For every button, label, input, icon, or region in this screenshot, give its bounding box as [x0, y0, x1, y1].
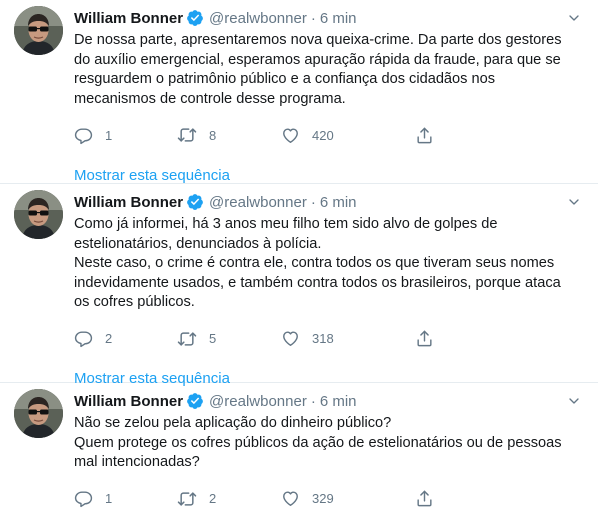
- like-count: 329: [312, 491, 334, 507]
- reply-icon: [74, 329, 93, 348]
- like-button[interactable]: 329: [281, 489, 415, 508]
- timestamp[interactable]: 6 min: [320, 393, 357, 410]
- reply-button[interactable]: 1: [74, 126, 177, 145]
- tweet-text: Não se zelou pela aplicação do dinheiro …: [74, 415, 562, 471]
- retweet-icon: [177, 329, 197, 349]
- like-button[interactable]: 318: [281, 329, 415, 348]
- avatar[interactable]: [14, 6, 63, 55]
- share-icon: [415, 329, 434, 348]
- separator: ·: [310, 9, 316, 27]
- reply-icon: [74, 126, 93, 145]
- share-button[interactable]: [415, 489, 434, 508]
- verified-badge-icon: [186, 193, 204, 211]
- avatar[interactable]: [14, 389, 63, 438]
- reply-count: 1: [105, 127, 113, 143]
- tweet[interactable]: William Bonner @realwbonner · 6 min Não …: [0, 383, 598, 532]
- author-name[interactable]: William Bonner: [74, 393, 183, 410]
- tweet[interactable]: William Bonner @realwbonner · 6 min Como…: [0, 184, 598, 387]
- reply-count: 1: [105, 491, 113, 507]
- author-name[interactable]: William Bonner: [74, 194, 183, 211]
- share-icon: [415, 126, 434, 145]
- retweet-button[interactable]: 5: [177, 329, 281, 349]
- author-handle[interactable]: @realwbonner: [209, 194, 307, 211]
- chevron-down-icon[interactable]: [564, 192, 584, 212]
- tweet-actions: 1 2 329: [74, 489, 584, 509]
- timestamp[interactable]: 6 min: [320, 194, 357, 211]
- tweet-header: William Bonner @realwbonner · 6 min: [74, 391, 584, 411]
- reply-button[interactable]: 1: [74, 489, 177, 508]
- avatar[interactable]: [14, 190, 63, 239]
- retweet-count: 2: [209, 491, 217, 507]
- retweet-count: 5: [209, 331, 217, 347]
- reply-button[interactable]: 2: [74, 329, 177, 348]
- tweet-header: William Bonner @realwbonner · 6 min: [74, 192, 584, 212]
- reply-icon: [74, 489, 93, 508]
- share-button[interactable]: [415, 126, 434, 145]
- tweet[interactable]: William Bonner @realwbonner · 6 min De n…: [0, 0, 598, 184]
- author-name[interactable]: William Bonner: [74, 10, 183, 27]
- retweet-icon: [177, 125, 197, 145]
- share-button[interactable]: [415, 329, 434, 348]
- chevron-down-icon[interactable]: [564, 8, 584, 28]
- tweet-text: De nossa parte, apresentaremos nova quei…: [74, 32, 562, 107]
- retweet-icon: [177, 489, 197, 509]
- like-count: 420: [312, 127, 334, 143]
- verified-badge-icon: [186, 9, 204, 27]
- tweet-actions: 1 8 420: [74, 125, 584, 145]
- retweet-button[interactable]: 2: [177, 489, 281, 509]
- verified-badge-icon: [186, 392, 204, 410]
- chevron-down-icon[interactable]: [564, 391, 584, 411]
- separator: ·: [310, 392, 316, 410]
- tweet-header: William Bonner @realwbonner · 6 min: [74, 8, 584, 28]
- timestamp[interactable]: 6 min: [320, 10, 357, 27]
- heart-icon: [281, 329, 300, 348]
- retweet-count: 8: [209, 127, 217, 143]
- like-count: 318: [312, 331, 334, 347]
- tweet-feed: William Bonner @realwbonner · 6 min De n…: [0, 0, 598, 532]
- author-handle[interactable]: @realwbonner: [209, 10, 307, 27]
- tweet-actions: 2 5 318: [74, 329, 584, 349]
- heart-icon: [281, 489, 300, 508]
- retweet-button[interactable]: 8: [177, 125, 281, 145]
- like-button[interactable]: 420: [281, 126, 415, 145]
- heart-icon: [281, 126, 300, 145]
- share-icon: [415, 489, 434, 508]
- reply-count: 2: [105, 331, 113, 347]
- author-handle[interactable]: @realwbonner: [209, 393, 307, 410]
- separator: ·: [310, 193, 316, 211]
- tweet-text: Como já informei, há 3 anos meu filho te…: [74, 216, 561, 311]
